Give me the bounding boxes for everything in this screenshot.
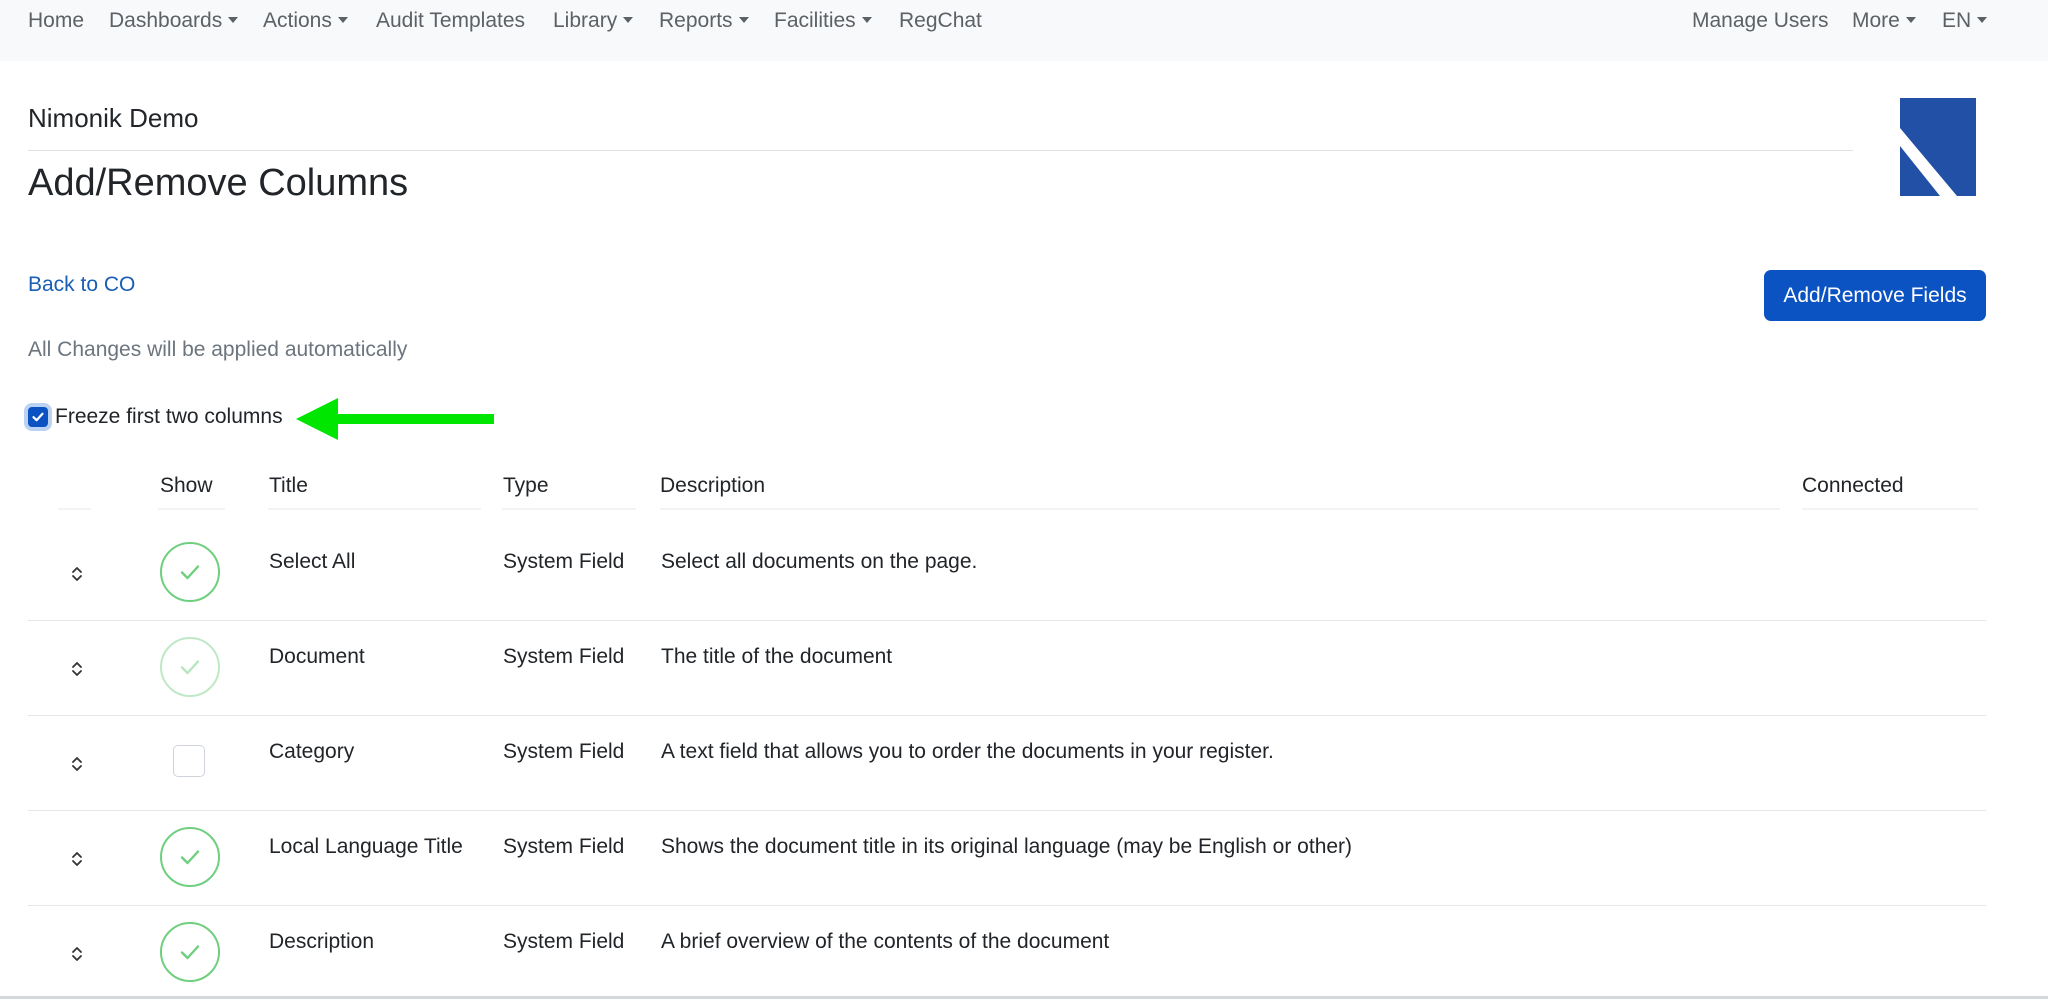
chevron-down-icon	[738, 17, 749, 23]
sort-arrows-icon[interactable]	[65, 847, 89, 871]
table-row: Category System Field A text field that …	[28, 716, 1986, 811]
nav-language[interactable]: EN	[1942, 9, 1988, 33]
chevron-down-icon	[861, 17, 872, 23]
column-header-show: Show	[160, 474, 213, 497]
nav-home-label: Home	[28, 9, 85, 32]
checkmark-icon	[32, 412, 44, 422]
nav-facilities-label: Facilities	[774, 9, 856, 32]
show-toggle[interactable]	[160, 542, 220, 602]
header-divider	[28, 150, 1853, 151]
nav-reports[interactable]: Reports	[659, 9, 749, 33]
row-type: System Field	[503, 930, 625, 953]
page-title: Add/Remove Columns	[28, 162, 409, 204]
header-rule-title	[268, 508, 481, 510]
nav-manage-users-label: Manage Users	[1692, 9, 1829, 32]
sort-arrows-icon[interactable]	[65, 562, 89, 586]
auto-apply-hint: All Changes will be applied automaticall…	[28, 338, 408, 361]
nav-audit-templates[interactable]: Audit Templates	[376, 9, 525, 33]
nav-dashboards[interactable]: Dashboards	[109, 9, 239, 33]
nav-language-label: EN	[1942, 9, 1972, 32]
header-rule-show	[158, 508, 225, 510]
sort-arrows-icon[interactable]	[65, 657, 89, 681]
row-title: Document	[269, 645, 365, 668]
column-header-connected: Connected	[1802, 474, 1904, 497]
nav-dashboards-label: Dashboards	[109, 9, 223, 32]
show-toggle[interactable]	[160, 827, 220, 887]
chevron-down-icon	[337, 17, 348, 23]
row-description: Select all documents on the page.	[661, 550, 978, 573]
row-type: System Field	[503, 740, 625, 763]
show-toggle[interactable]	[160, 732, 220, 792]
nav-more-label: More	[1852, 9, 1900, 32]
column-header-type: Type	[503, 474, 549, 497]
nav-home[interactable]: Home	[28, 9, 84, 33]
show-toggle[interactable]	[160, 637, 220, 697]
check-circle-icon[interactable]	[160, 922, 220, 982]
freeze-columns-label[interactable]: Freeze first two columns	[55, 405, 283, 429]
chevron-down-icon	[1905, 17, 1916, 23]
add-remove-fields-button[interactable]: Add/Remove Fields	[1764, 270, 1986, 321]
sort-arrows-icon[interactable]	[65, 752, 89, 776]
organization-name: Nimonik Demo	[28, 103, 199, 133]
table-row: Document System Field The title of the d…	[28, 621, 1986, 716]
nav-audit-templates-label: Audit Templates	[376, 9, 526, 32]
column-header-description: Description	[660, 474, 766, 497]
header-rule-handle	[58, 508, 91, 510]
check-circle-icon[interactable]	[160, 542, 220, 602]
row-description: Shows the document title in its original…	[661, 835, 1353, 858]
header-rule-type	[502, 508, 636, 510]
row-title: Local Language Title	[269, 835, 463, 858]
nav-library[interactable]: Library	[553, 9, 634, 33]
row-type: System Field	[503, 550, 625, 573]
nav-actions-label: Actions	[263, 9, 332, 32]
nav-manage-users[interactable]: Manage Users	[1692, 9, 1829, 33]
row-description: A brief overview of the contents of the …	[661, 930, 1110, 953]
check-circle-icon[interactable]	[160, 827, 220, 887]
chevron-down-icon	[228, 17, 239, 23]
green-arrow-icon	[296, 398, 494, 440]
back-to-co-link[interactable]: Back to CO	[28, 273, 135, 297]
unchecked-box-icon[interactable]	[173, 745, 205, 777]
row-title: Category	[269, 740, 355, 763]
row-title: Select All	[269, 550, 356, 573]
table-row: Local Language Title System Field Shows …	[28, 811, 1986, 906]
top-navbar: Home Dashboards Actions Audit Templates …	[0, 0, 2048, 61]
chevron-down-icon	[1977, 17, 1988, 23]
nav-regchat[interactable]: RegChat	[899, 9, 982, 33]
header-rule-description	[660, 508, 1780, 510]
row-description: A text field that allows you to order th…	[661, 740, 1274, 763]
nav-library-label: Library	[553, 9, 618, 32]
table-row: Select All System Field Select all docum…	[28, 526, 1986, 621]
table-row: Description System Field A brief overvie…	[28, 906, 1986, 1000]
column-header-title: Title	[269, 474, 308, 497]
sort-arrows-icon[interactable]	[65, 942, 89, 966]
row-type: System Field	[503, 645, 625, 668]
row-title: Description	[269, 930, 375, 953]
nav-reports-label: Reports	[659, 9, 733, 32]
nav-regchat-label: RegChat	[899, 9, 982, 32]
nav-more[interactable]: More	[1852, 9, 1916, 33]
row-description: The title of the document	[661, 645, 893, 668]
nav-facilities[interactable]: Facilities	[774, 9, 872, 33]
row-type: System Field	[503, 835, 625, 858]
nav-actions[interactable]: Actions	[263, 9, 348, 33]
chevron-down-icon	[623, 17, 634, 23]
check-circle-icon[interactable]	[160, 637, 220, 697]
header-rule-connected	[1802, 508, 1978, 510]
freeze-columns-checkbox[interactable]	[28, 407, 48, 427]
show-toggle[interactable]	[160, 922, 220, 982]
nimonik-logo	[1900, 98, 1976, 196]
